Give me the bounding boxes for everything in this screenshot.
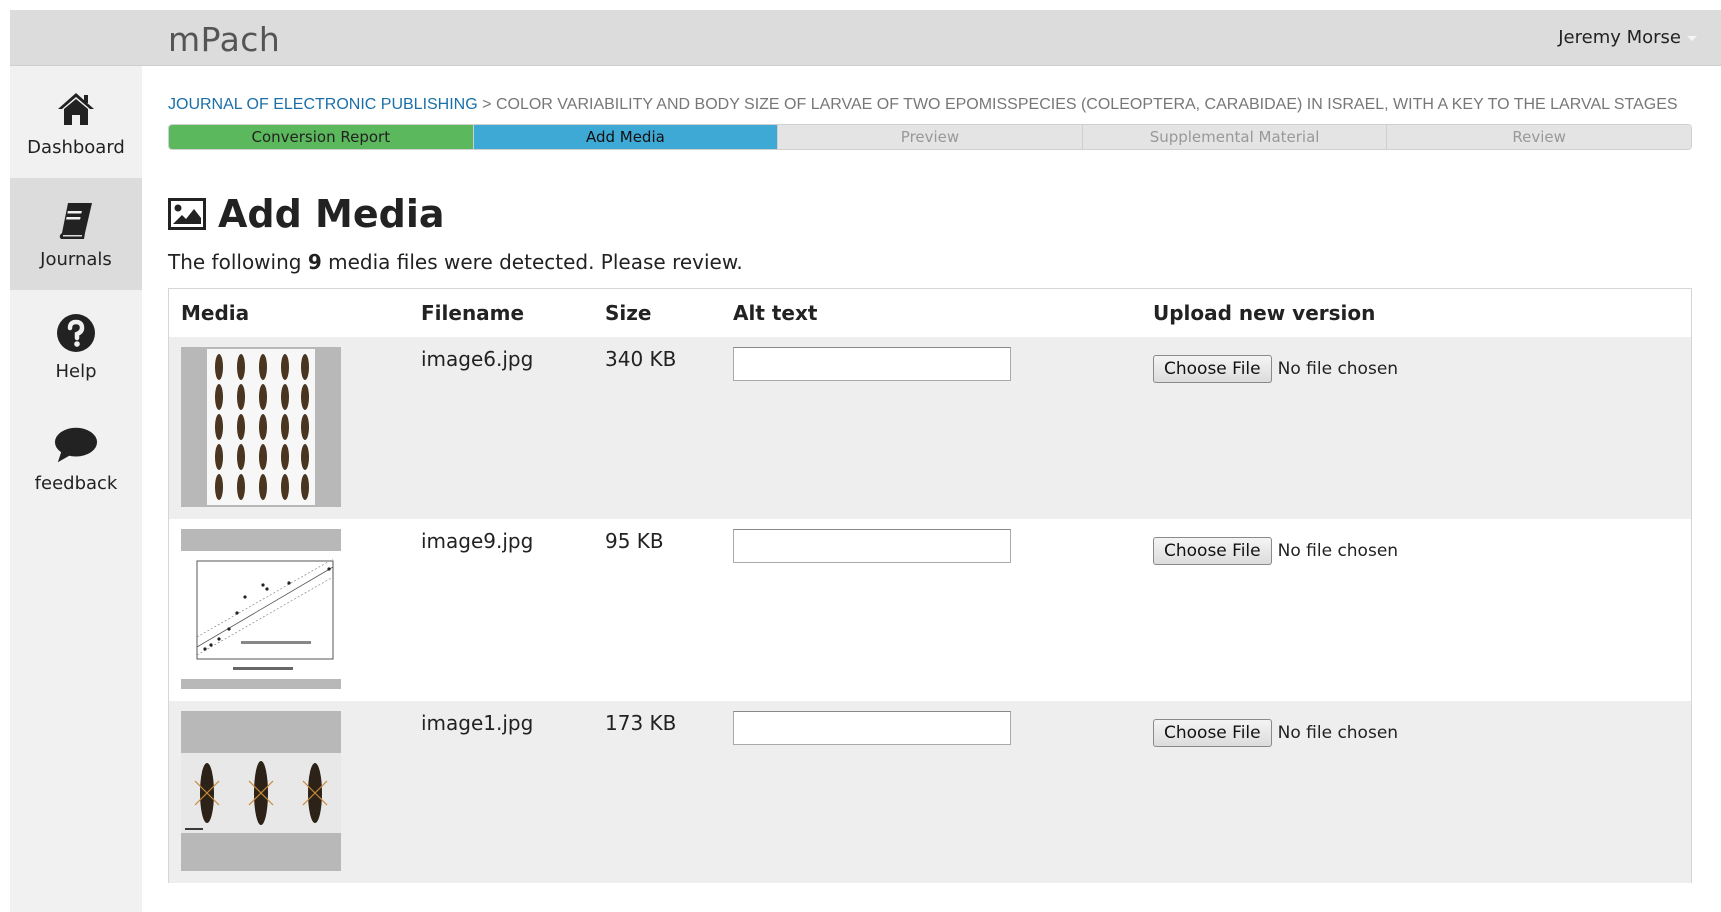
top-navbar: mPach Jeremy Morse [10,10,1721,66]
filename-cell: image6.jpg [421,347,534,371]
size-cell: 95 KB [605,529,664,553]
breadcrumb-article: Color variability and body size of larva… [495,96,1678,113]
sidebar-item-dashboard[interactable]: Dashboard [10,66,142,178]
page-title-text: Add Media [218,192,445,236]
no-file-label: No file chosen [1277,359,1399,379]
col-media-header: Media [181,301,250,325]
alt-text-input[interactable] [733,347,1011,381]
step-supplemental-material[interactable]: Supplemental Material [1082,125,1388,149]
alt-cell [733,519,1153,701]
progress-steps: Conversion Report Add Media Preview Supp… [168,124,1692,150]
col-size-header: Size [605,301,652,325]
sidebar-item-journals[interactable]: Journals [10,178,142,290]
sidebar-item-feedback[interactable]: feedback [10,402,142,514]
speech-bubble-icon [54,423,98,467]
choose-file-button[interactable]: Choose File [1153,537,1272,565]
sidebar-item-label: Help [55,360,97,382]
size-cell: 173 KB [605,711,677,735]
sidebar-item-help[interactable]: Help [10,290,142,402]
col-filename-header: Filename [421,301,525,325]
table-header: Media Filename Size Alt text Upload new … [169,289,1691,337]
table-row: image6.jpg 340 KB Choose File No file cho… [169,337,1691,519]
scatter-plot-thumbnail[interactable] [181,529,341,689]
choose-file-button[interactable]: Choose File [1153,355,1272,383]
app-brand[interactable]: mPach [168,20,280,59]
three-larvae-thumbnail[interactable] [181,711,341,871]
step-preview[interactable]: Preview [778,125,1083,149]
step-review[interactable]: Review [1387,125,1691,149]
col-alt-header: Alt text [733,301,818,325]
sidebar-item-label: Dashboard [27,136,125,158]
step-conversion-report[interactable]: Conversion Report [169,125,474,149]
media-count: 9 [307,250,322,274]
upload-cell: Choose File No file chosen [1153,701,1691,883]
media-cell [169,337,421,519]
no-file-label: No file chosen [1277,723,1399,743]
upload-cell: Choose File No file chosen [1153,337,1691,519]
larvae-grid-thumbnail[interactable] [181,347,341,507]
chevron-down-icon [1687,35,1697,41]
filename-cell: image1.jpg [421,711,534,735]
main-content: Journal of Electronic Publishing > Color… [168,66,1692,883]
step-add-media[interactable]: Add Media [473,125,779,149]
filename-cell: image9.jpg [421,529,534,553]
intro-before: The following [168,250,308,274]
image-icon [168,198,208,230]
alt-cell [733,337,1153,519]
alt-text-input[interactable] [733,711,1011,745]
table-row: image1.jpg 173 KB Choose File No file cho… [169,701,1691,883]
alt-cell [733,701,1153,883]
breadcrumb: Journal of Electronic Publishing > Color… [168,92,1688,118]
media-cell [169,701,421,883]
upload-cell: Choose File No file chosen [1153,519,1691,701]
user-name: Jeremy Morse [1558,27,1681,48]
book-icon [54,199,98,243]
intro-text: The following 9 media files were detecte… [168,250,1692,274]
sidebar-item-label: Journals [40,248,112,270]
col-upload-header: Upload new version [1153,301,1376,325]
no-file-label: No file chosen [1277,541,1399,561]
size-cell: 340 KB [605,347,677,371]
user-menu[interactable]: Jeremy Morse [1558,27,1697,48]
sidebar-item-label: feedback [34,472,118,494]
choose-file-button[interactable]: Choose File [1153,719,1272,747]
table-row: image9.jpg 95 KB Choose File No file chos… [169,519,1691,701]
breadcrumb-separator: > [482,96,492,113]
sidebar: Dashboard Journals Help feedback [10,66,142,912]
intro-after: media files were detected. Please review… [321,250,743,274]
alt-text-input[interactable] [733,529,1011,563]
page-title: Add Media [168,192,1692,236]
question-icon [54,311,98,355]
home-icon [54,87,98,131]
media-cell [169,519,421,701]
breadcrumb-journal-link[interactable]: Journal of Electronic Publishing [168,96,478,113]
media-table: Media Filename Size Alt text Upload new … [168,288,1692,883]
